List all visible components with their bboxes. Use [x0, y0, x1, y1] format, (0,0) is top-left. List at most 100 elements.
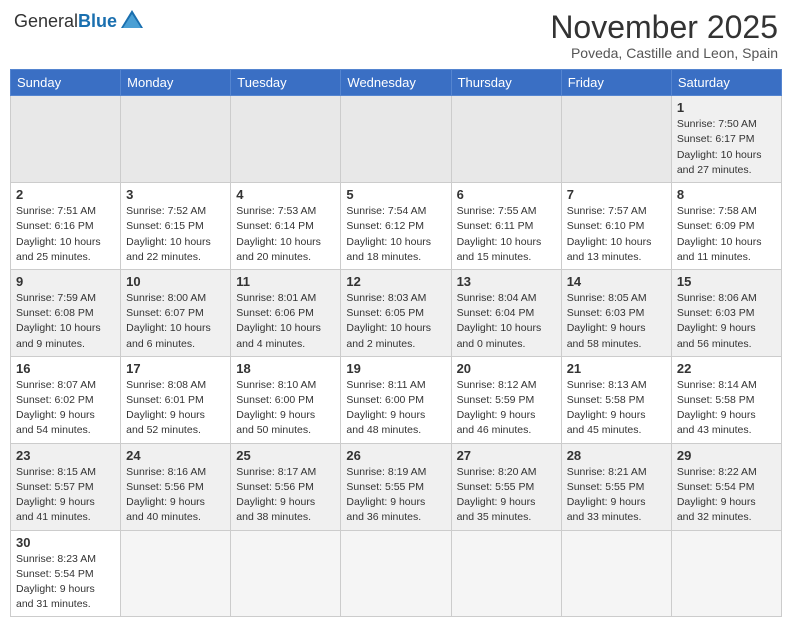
calendar-week-row: 2 Sunrise: 7:51 AM Sunset: 6:16 PM Daylig…	[11, 183, 782, 270]
day-number: 9	[16, 274, 115, 289]
calendar-cell	[121, 96, 231, 183]
calendar-cell: 16Sunrise: 8:07 AM Sunset: 6:02 PM Dayli…	[11, 356, 121, 443]
calendar-week-row: 23Sunrise: 8:15 AM Sunset: 5:57 PM Dayli…	[11, 443, 782, 530]
day-info: Sunrise: 8:04 AM Sunset: 6:04 PM Dayligh…	[457, 291, 556, 352]
day-number: 1	[677, 100, 776, 115]
weekday-header-sunday: Sunday	[11, 70, 121, 96]
calendar-cell	[341, 96, 451, 183]
day-number: 23	[16, 448, 115, 463]
day-number: 2	[16, 187, 115, 202]
day-number: 25	[236, 448, 335, 463]
weekday-header-row: SundayMondayTuesdayWednesdayThursdayFrid…	[11, 70, 782, 96]
calendar-cell: 15Sunrise: 8:06 AM Sunset: 6:03 PM Dayli…	[671, 269, 781, 356]
day-number: 11	[236, 274, 335, 289]
weekday-header-friday: Friday	[561, 70, 671, 96]
day-info: Sunrise: 8:19 AM Sunset: 5:55 PM Dayligh…	[346, 465, 445, 526]
calendar-cell	[341, 530, 451, 617]
calendar-cell: 11 Sunrise: 8:01 AM Sunset: 6:06 PM Dayli…	[231, 269, 341, 356]
weekday-header-tuesday: Tuesday	[231, 70, 341, 96]
day-number: 3	[126, 187, 225, 202]
calendar-cell: 26 Sunrise: 8:19 AM Sunset: 5:55 PM Dayli…	[341, 443, 451, 530]
day-info: Sunrise: 8:05 AM Sunset: 6:03 PM Dayligh…	[567, 291, 666, 352]
day-number: 15	[677, 274, 776, 289]
day-info: Sunrise: 8:10 AM Sunset: 6:00 PM Dayligh…	[236, 378, 335, 439]
calendar-cell: 21Sunrise: 8:13 AM Sunset: 5:58 PM Dayli…	[561, 356, 671, 443]
title-area: November 2025 Poveda, Castille and Leon,…	[550, 10, 778, 61]
day-number: 6	[457, 187, 556, 202]
calendar-cell	[451, 530, 561, 617]
weekday-header-saturday: Saturday	[671, 70, 781, 96]
day-info: Sunrise: 7:51 AM Sunset: 6:16 PM Dayligh…	[16, 204, 115, 265]
calendar: SundayMondayTuesdayWednesdayThursdayFrid…	[10, 69, 782, 617]
subtitle: Poveda, Castille and Leon, Spain	[550, 45, 778, 61]
day-number: 5	[346, 187, 445, 202]
calendar-cell	[121, 530, 231, 617]
day-info: Sunrise: 8:21 AM Sunset: 5:55 PM Dayligh…	[567, 465, 666, 526]
day-info: Sunrise: 8:00 AM Sunset: 6:07 PM Dayligh…	[126, 291, 225, 352]
logo-icon	[121, 10, 143, 33]
day-number: 26	[346, 448, 445, 463]
calendar-cell: 18Sunrise: 8:10 AM Sunset: 6:00 PM Dayli…	[231, 356, 341, 443]
calendar-week-row: 16Sunrise: 8:07 AM Sunset: 6:02 PM Dayli…	[11, 356, 782, 443]
calendar-cell	[561, 530, 671, 617]
calendar-cell	[231, 96, 341, 183]
calendar-cell: 30 Sunrise: 8:23 AM Sunset: 5:54 PM Dayli…	[11, 530, 121, 617]
calendar-cell	[231, 530, 341, 617]
day-number: 30	[16, 535, 115, 550]
day-info: Sunrise: 8:22 AM Sunset: 5:54 PM Dayligh…	[677, 465, 776, 526]
month-title: November 2025	[550, 10, 778, 45]
calendar-week-row: 9Sunrise: 7:59 AM Sunset: 6:08 PM Daylig…	[11, 269, 782, 356]
calendar-cell	[11, 96, 121, 183]
calendar-cell: 12 Sunrise: 8:03 AM Sunset: 6:05 PM Dayli…	[341, 269, 451, 356]
calendar-cell: 24Sunrise: 8:16 AM Sunset: 5:56 PM Dayli…	[121, 443, 231, 530]
weekday-header-monday: Monday	[121, 70, 231, 96]
day-info: Sunrise: 7:57 AM Sunset: 6:10 PM Dayligh…	[567, 204, 666, 265]
header: General Blue November 2025 Poveda, Casti…	[10, 10, 782, 61]
day-number: 4	[236, 187, 335, 202]
day-info: Sunrise: 8:23 AM Sunset: 5:54 PM Dayligh…	[16, 552, 115, 613]
calendar-cell: 17Sunrise: 8:08 AM Sunset: 6:01 PM Dayli…	[121, 356, 231, 443]
day-number: 28	[567, 448, 666, 463]
day-info: Sunrise: 8:01 AM Sunset: 6:06 PM Dayligh…	[236, 291, 335, 352]
day-info: Sunrise: 8:17 AM Sunset: 5:56 PM Dayligh…	[236, 465, 335, 526]
day-number: 27	[457, 448, 556, 463]
calendar-cell: 6Sunrise: 7:55 AM Sunset: 6:11 PM Daylig…	[451, 183, 561, 270]
calendar-cell: 4Sunrise: 7:53 AM Sunset: 6:14 PM Daylig…	[231, 183, 341, 270]
day-number: 22	[677, 361, 776, 376]
calendar-cell	[561, 96, 671, 183]
day-number: 21	[567, 361, 666, 376]
day-info: Sunrise: 8:03 AM Sunset: 6:05 PM Dayligh…	[346, 291, 445, 352]
day-number: 20	[457, 361, 556, 376]
day-info: Sunrise: 8:12 AM Sunset: 5:59 PM Dayligh…	[457, 378, 556, 439]
calendar-cell: 3 Sunrise: 7:52 AM Sunset: 6:15 PM Daylig…	[121, 183, 231, 270]
day-info: Sunrise: 8:07 AM Sunset: 6:02 PM Dayligh…	[16, 378, 115, 439]
calendar-cell: 22 Sunrise: 8:14 AM Sunset: 5:58 PM Dayli…	[671, 356, 781, 443]
calendar-cell: 5 Sunrise: 7:54 AM Sunset: 6:12 PM Daylig…	[341, 183, 451, 270]
calendar-cell: 14 Sunrise: 8:05 AM Sunset: 6:03 PM Dayli…	[561, 269, 671, 356]
day-info: Sunrise: 7:52 AM Sunset: 6:15 PM Dayligh…	[126, 204, 225, 265]
day-info: Sunrise: 7:58 AM Sunset: 6:09 PM Dayligh…	[677, 204, 776, 265]
calendar-cell: 29 Sunrise: 8:22 AM Sunset: 5:54 PM Dayli…	[671, 443, 781, 530]
calendar-cell: 28 Sunrise: 8:21 AM Sunset: 5:55 PM Dayli…	[561, 443, 671, 530]
day-number: 29	[677, 448, 776, 463]
day-number: 12	[346, 274, 445, 289]
day-info: Sunrise: 7:54 AM Sunset: 6:12 PM Dayligh…	[346, 204, 445, 265]
day-number: 24	[126, 448, 225, 463]
calendar-cell	[671, 530, 781, 617]
calendar-cell: 25 Sunrise: 8:17 AM Sunset: 5:56 PM Dayli…	[231, 443, 341, 530]
calendar-cell: 7Sunrise: 7:57 AM Sunset: 6:10 PM Daylig…	[561, 183, 671, 270]
day-number: 14	[567, 274, 666, 289]
calendar-cell: 13Sunrise: 8:04 AM Sunset: 6:04 PM Dayli…	[451, 269, 561, 356]
calendar-cell: 27Sunrise: 8:20 AM Sunset: 5:55 PM Dayli…	[451, 443, 561, 530]
calendar-cell: 10 Sunrise: 8:00 AM Sunset: 6:07 PM Dayli…	[121, 269, 231, 356]
calendar-cell: 20 Sunrise: 8:12 AM Sunset: 5:59 PM Dayli…	[451, 356, 561, 443]
calendar-week-row: 1Sunrise: 7:50 AM Sunset: 6:17 PM Daylig…	[11, 96, 782, 183]
calendar-cell: 2 Sunrise: 7:51 AM Sunset: 6:16 PM Daylig…	[11, 183, 121, 270]
logo: General Blue	[14, 10, 143, 33]
calendar-cell: 1Sunrise: 7:50 AM Sunset: 6:17 PM Daylig…	[671, 96, 781, 183]
day-info: Sunrise: 8:14 AM Sunset: 5:58 PM Dayligh…	[677, 378, 776, 439]
day-number: 10	[126, 274, 225, 289]
weekday-header-wednesday: Wednesday	[341, 70, 451, 96]
calendar-cell	[451, 96, 561, 183]
logo-general: General	[14, 11, 78, 32]
